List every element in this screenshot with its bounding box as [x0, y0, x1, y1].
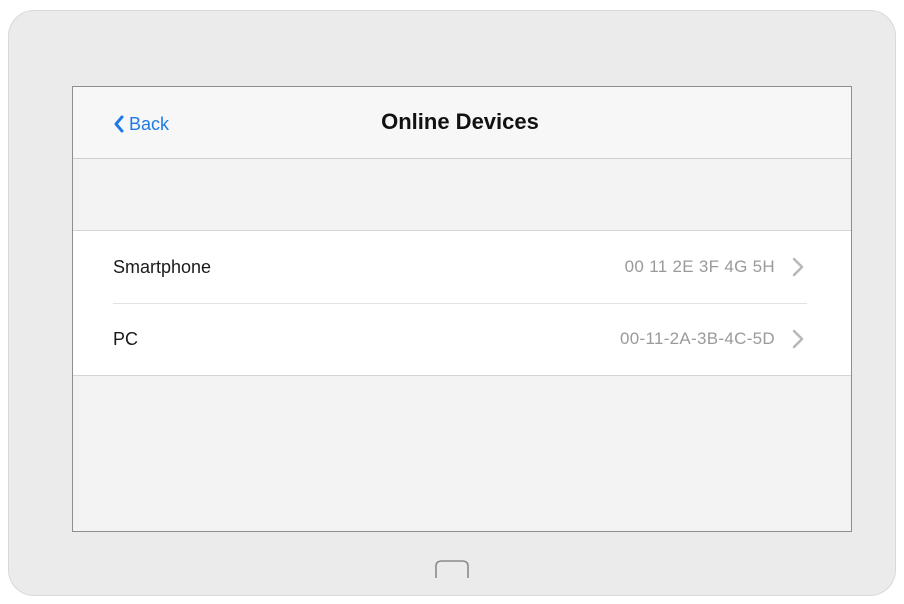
chevron-left-icon: [114, 115, 124, 133]
page-title: Online Devices: [73, 109, 851, 135]
device-screen: Back Online Devices Smartphone 00 11 2E …: [72, 86, 852, 532]
device-name: Smartphone: [113, 256, 212, 277]
home-button-icon[interactable]: [433, 558, 471, 580]
navigation-bar: Back Online Devices: [73, 87, 851, 159]
device-row-smartphone[interactable]: Smartphone 00 11 2E 3F 4G 5H: [73, 231, 851, 303]
device-name: PC: [113, 328, 139, 349]
chevron-right-icon: [792, 329, 804, 349]
device-row-pc[interactable]: PC 00-11-2A-3B-4C-5D: [73, 303, 851, 375]
device-list: Smartphone 00 11 2E 3F 4G 5H PC 00-11-2A…: [73, 230, 851, 376]
device-mac-address: 00-11-2A-3B-4C-5D: [619, 329, 775, 348]
chevron-right-icon: [792, 257, 804, 277]
page-title-text: Online Devices: [381, 109, 539, 134]
back-button[interactable]: Back: [113, 111, 169, 137]
back-label: Back: [129, 113, 170, 134]
device-mac-address: 00 11 2E 3F 4G 5H: [624, 257, 775, 276]
